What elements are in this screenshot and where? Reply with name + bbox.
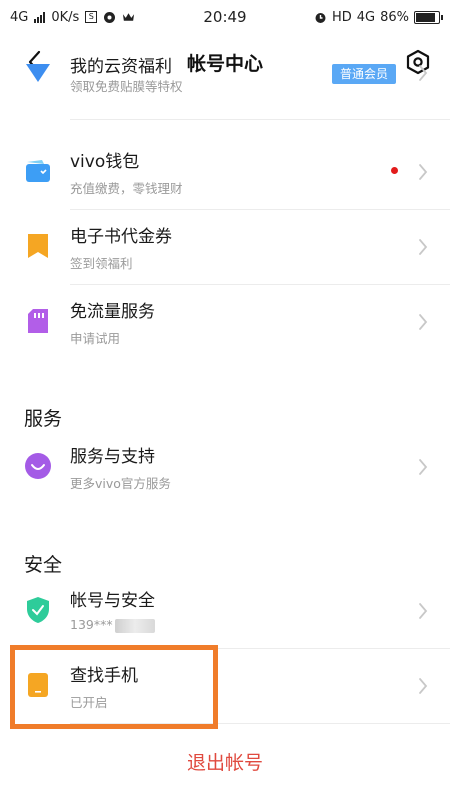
divider bbox=[70, 723, 450, 724]
battery-icon bbox=[414, 10, 443, 24]
list-item-free-traffic[interactable]: 免流量服务 申请试用 bbox=[0, 285, 450, 360]
wallet-icon bbox=[26, 160, 50, 182]
network-speed: 0K/s bbox=[51, 9, 80, 25]
item-title: 服务与支持 bbox=[70, 447, 155, 467]
divider bbox=[70, 119, 450, 120]
status-right: HD 4G 86% bbox=[314, 9, 443, 25]
network-type: 4G bbox=[10, 9, 29, 25]
item-subtitle: 已开启 bbox=[70, 695, 108, 710]
app-notification-icon bbox=[103, 11, 116, 24]
signal-icon bbox=[34, 11, 46, 23]
hd-label: HD bbox=[331, 9, 352, 25]
list-item-vivo-wallet[interactable]: vivo钱包 充值缴费，零钱理财 bbox=[0, 135, 450, 210]
list-item-find-phone[interactable]: 查找手机 已开启 bbox=[0, 649, 450, 724]
diamond-icon bbox=[26, 64, 50, 82]
item-subtitle: 领取免费贴膜等特权 bbox=[70, 79, 183, 94]
battery-percent: 86% bbox=[380, 9, 409, 25]
notification-dot bbox=[391, 167, 398, 174]
item-title: 免流量服务 bbox=[70, 302, 155, 322]
item-title: 我的云资福利 bbox=[70, 57, 172, 77]
shield-icon bbox=[27, 597, 49, 623]
item-title: vivo钱包 bbox=[70, 152, 140, 172]
item-subtitle: 更多vivo官方服务 bbox=[70, 476, 171, 491]
smile-icon bbox=[25, 453, 51, 479]
section-title-service: 服务 bbox=[24, 408, 63, 430]
list-item-ebook-voucher[interactable]: 电子书代金券 签到领福利 bbox=[0, 210, 450, 285]
crown-icon bbox=[122, 11, 135, 24]
status-left: 4G 0K/s S bbox=[10, 10, 135, 25]
logout-button[interactable]: 退出帐号 bbox=[0, 748, 450, 775]
chevron-right-icon bbox=[419, 164, 428, 180]
phone-icon bbox=[28, 673, 48, 697]
chevron-right-icon bbox=[419, 678, 428, 694]
status-bar: 4G 0K/s S 20:49 HD 4G 86% bbox=[0, 0, 450, 34]
item-subtitle: 139*** bbox=[70, 617, 155, 633]
blurred-phone bbox=[114, 618, 155, 633]
item-subtitle: 充值缴费，零钱理财 bbox=[70, 181, 183, 196]
chevron-right-icon bbox=[419, 603, 428, 619]
network-type-2: 4G bbox=[356, 9, 376, 25]
masked-phone: 139*** bbox=[70, 617, 113, 632]
list-item-account-security[interactable]: 帐号与安全 139*** bbox=[0, 574, 450, 649]
item-title: 查找手机 bbox=[70, 666, 138, 686]
list-item-cloud-benefits[interactable]: 我的云资福利 领取免费贴膜等特权 普通会员 bbox=[0, 57, 450, 120]
chevron-right-icon bbox=[419, 459, 428, 475]
item-title: 帐号与安全 bbox=[70, 591, 155, 611]
list-item-service-support[interactable]: 服务与支持 更多vivo官方服务 bbox=[0, 430, 450, 505]
bookmark-icon bbox=[28, 234, 48, 258]
item-subtitle: 申请试用 bbox=[70, 331, 121, 346]
section-title-safety: 安全 bbox=[24, 554, 63, 576]
alarm-icon bbox=[314, 11, 327, 24]
chevron-right-icon bbox=[419, 65, 428, 81]
item-title: 电子书代金券 bbox=[70, 227, 172, 247]
sim-card-icon bbox=[28, 309, 48, 333]
chevron-right-icon bbox=[419, 314, 428, 330]
item-subtitle: 签到领福利 bbox=[70, 256, 133, 271]
chevron-right-icon bbox=[419, 239, 428, 255]
member-badge: 普通会员 bbox=[331, 64, 396, 84]
s-notification-icon: S bbox=[85, 11, 98, 23]
